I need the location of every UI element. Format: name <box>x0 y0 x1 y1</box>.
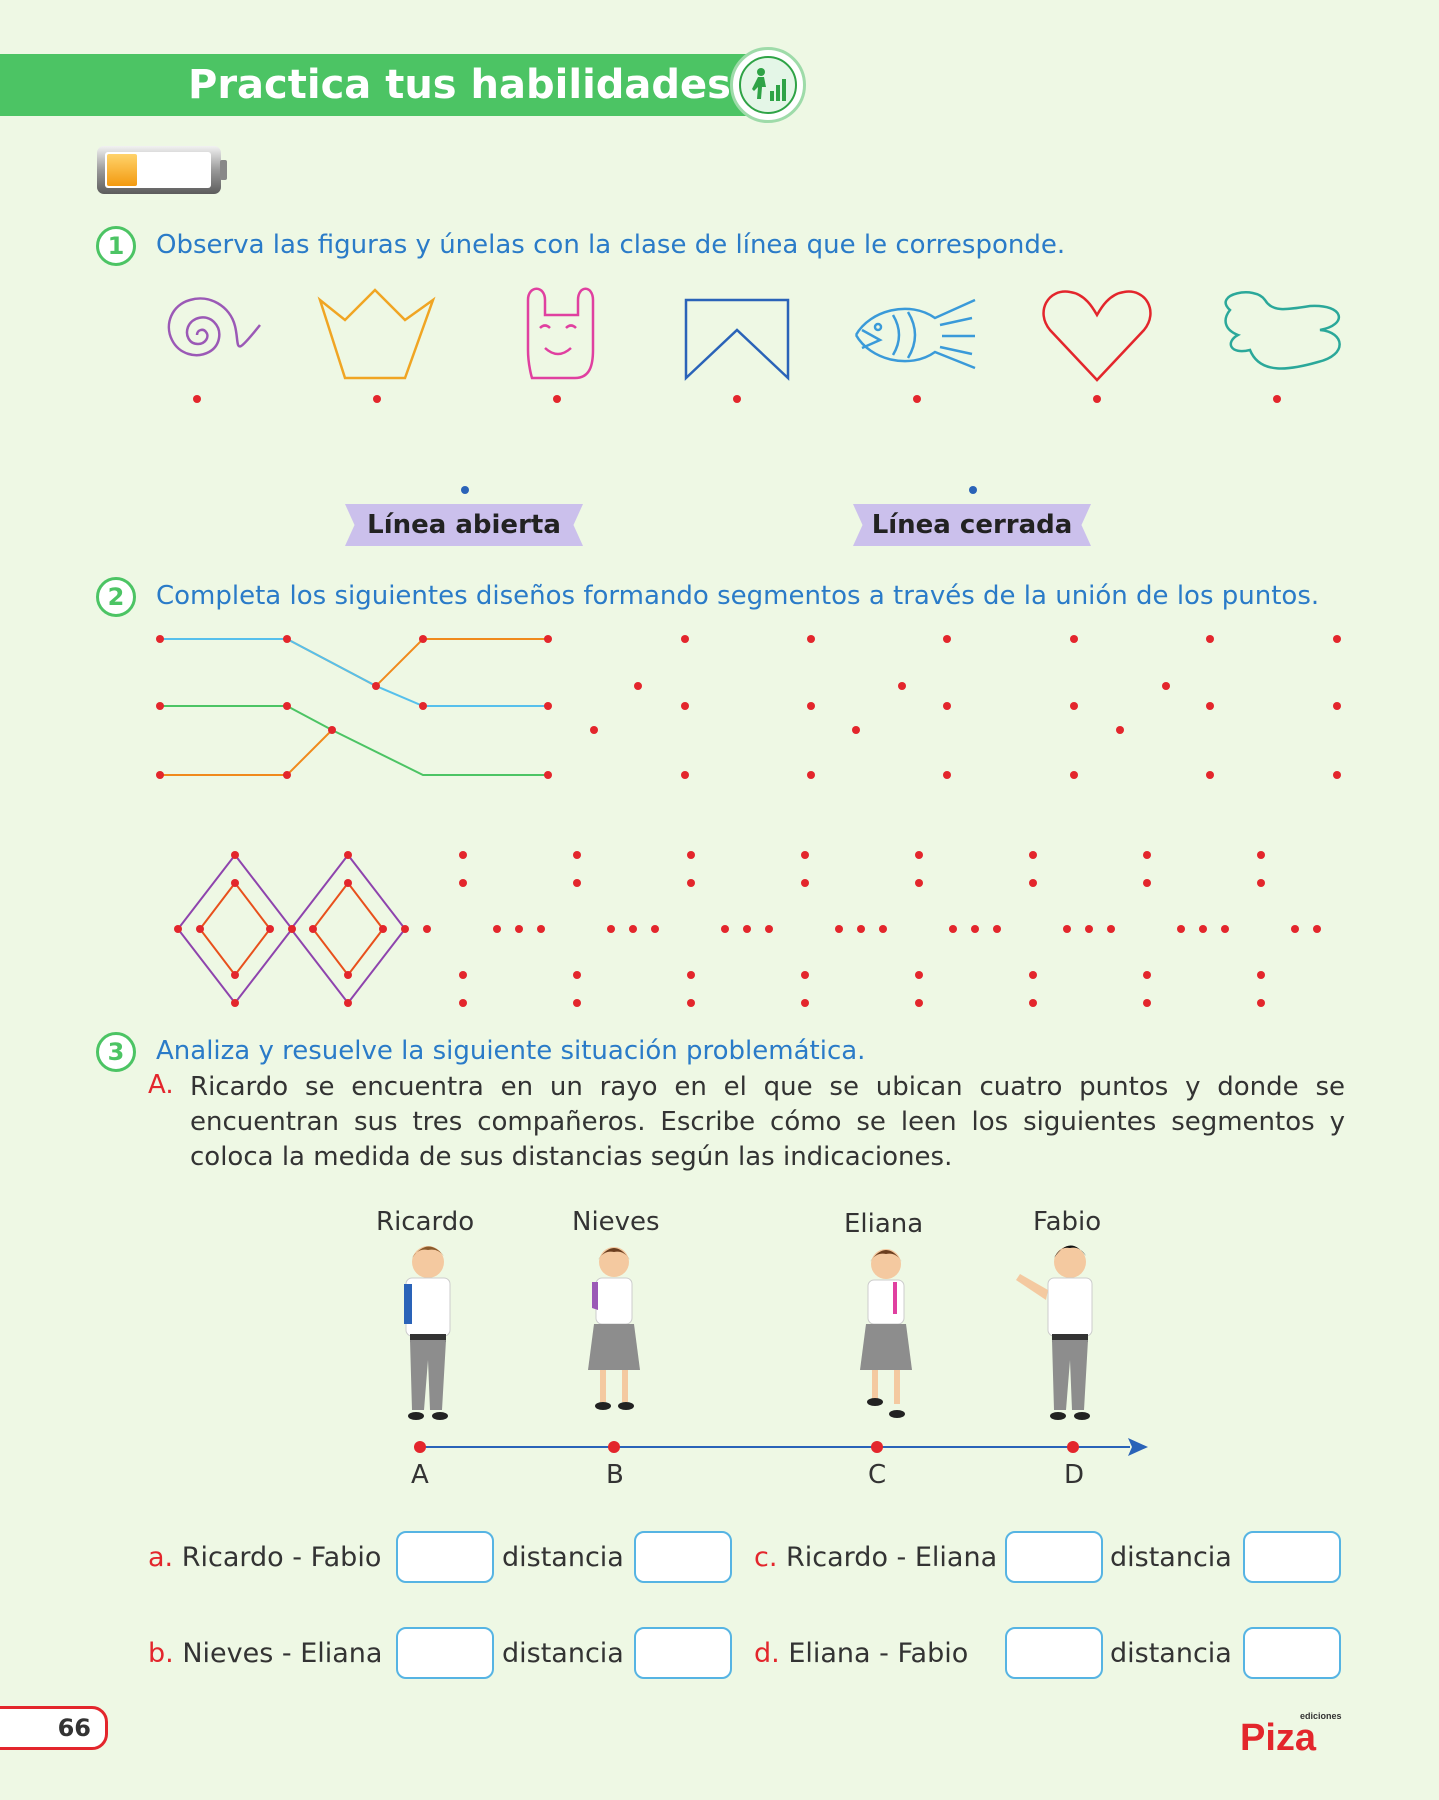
answer-label-d: d. Eliana - Fabio <box>754 1638 968 1669</box>
logo-main-text: Piza <box>1240 1717 1317 1752</box>
answer-b-distance-label: distancia <box>502 1638 624 1669</box>
answer-letter: d. <box>754 1638 780 1669</box>
design-1-dots <box>156 635 1341 779</box>
question-1-text: Observa las figuras y únelas con la clas… <box>156 230 1066 260</box>
question-number-2: 2 <box>96 577 136 617</box>
piza-logo: ediciones Piza <box>1240 1711 1342 1752</box>
label-closed-line: Línea cerrada <box>853 504 1091 546</box>
answer-b-reading-box[interactable] <box>396 1627 494 1679</box>
girl-eliana-figure <box>860 1249 912 1418</box>
answer-d-reading-box[interactable] <box>1005 1627 1103 1679</box>
ray-illustration <box>404 1245 1148 1456</box>
segment-designs <box>156 635 1341 1007</box>
point-label-a: A <box>411 1460 429 1490</box>
crown-icon <box>317 288 436 380</box>
answer-segment-label: Ricardo - Fabio <box>181 1542 382 1573</box>
point-label-b: B <box>606 1460 624 1490</box>
design-2-dots <box>174 851 1321 1007</box>
page-title: Practica tus habilidades <box>188 62 731 108</box>
answer-label-c: c. Ricardo - Eliana <box>754 1542 997 1573</box>
figures-row <box>167 287 1341 403</box>
part-letter: A. <box>148 1070 174 1100</box>
question-number-1: 1 <box>96 226 136 266</box>
blob-icon <box>1224 291 1341 370</box>
question-3-text: Analiza y resuelve la siguiente situació… <box>156 1036 866 1066</box>
fish-icon <box>854 298 976 370</box>
label-dots <box>461 486 977 494</box>
answer-label-a: a. Ricardo - Fabio <box>148 1542 381 1573</box>
heart-icon <box>1042 290 1152 382</box>
answer-letter: c. <box>754 1542 778 1573</box>
part-text: Ricardo se encuentra en un rayo en el qu… <box>190 1072 1345 1172</box>
page-number: 66 <box>0 1706 108 1750</box>
answer-b-distance-box[interactable] <box>634 1627 732 1679</box>
answer-a-reading-box[interactable] <box>396 1531 494 1583</box>
boy-fabio-figure <box>1016 1245 1093 1420</box>
answer-d-distance-box[interactable] <box>1243 1627 1341 1679</box>
climb-stairs-chart-icon <box>730 47 806 123</box>
answer-c-distance-label: distancia <box>1110 1542 1232 1573</box>
design-1-sample <box>160 638 548 776</box>
bunny-icon <box>526 287 595 380</box>
question-number-3: 3 <box>96 1032 136 1072</box>
boy-ricardo-figure <box>404 1246 451 1420</box>
answer-a-distance-box[interactable] <box>634 1531 732 1583</box>
answer-a-distance-label: distancia <box>502 1542 624 1573</box>
answer-segment-label: Eliana - Fabio <box>788 1638 969 1669</box>
answer-c-reading-box[interactable] <box>1005 1531 1103 1583</box>
answer-letter: a. <box>148 1542 174 1573</box>
battery-low-icon <box>97 146 227 194</box>
question-2-text: Completa los siguientes diseños formando… <box>156 581 1320 611</box>
answer-segment-label: Ricardo - Eliana <box>786 1542 998 1573</box>
answer-d-distance-label: distancia <box>1110 1638 1232 1669</box>
answer-letter: b. <box>148 1638 174 1669</box>
answer-c-distance-box[interactable] <box>1243 1531 1341 1583</box>
label-open-line: Línea abierta <box>345 504 583 546</box>
banner-icon <box>684 298 790 381</box>
point-label-c: C <box>868 1460 887 1490</box>
point-label-d: D <box>1064 1460 1085 1490</box>
answer-segment-label: Nieves - Eliana <box>182 1638 383 1669</box>
spiral-icon <box>167 297 261 357</box>
girl-nieves-figure <box>588 1247 640 1410</box>
figure-dots <box>193 395 1281 403</box>
answer-label-b: b. Nieves - Eliana <box>148 1638 382 1669</box>
